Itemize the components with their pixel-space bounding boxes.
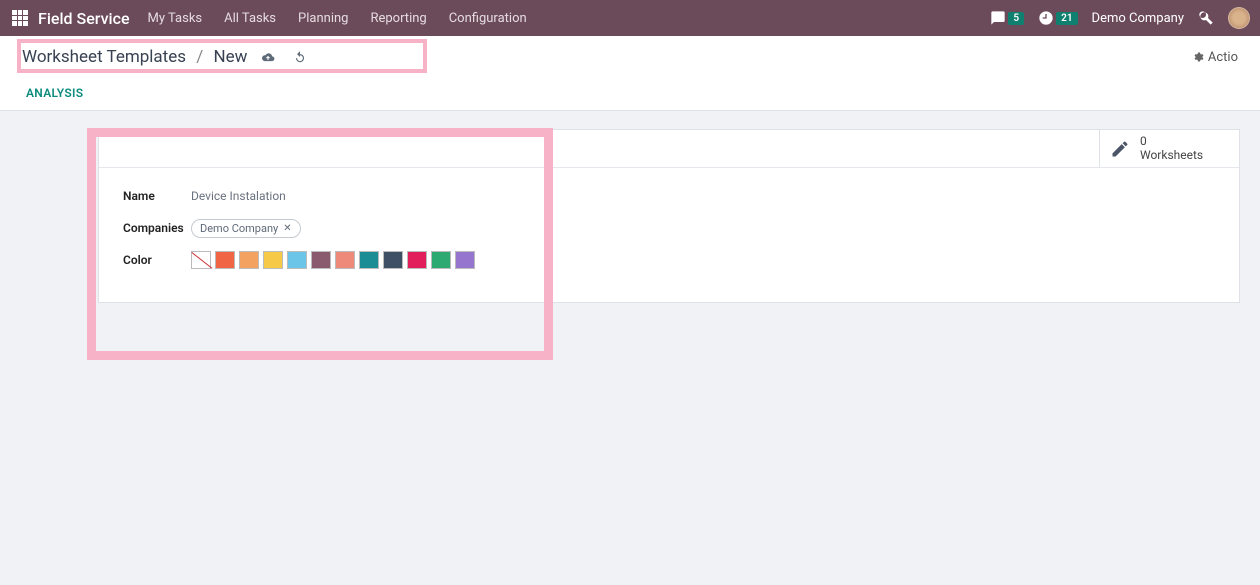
nav-reporting[interactable]: Reporting — [370, 11, 426, 26]
row-color: Color — [123, 248, 1215, 272]
discard-icon[interactable] — [293, 50, 307, 64]
activities-badge: 21 — [1056, 12, 1077, 25]
breadcrumb: Worksheet Templates / New — [22, 47, 247, 67]
label-name: Name — [123, 189, 191, 203]
name-input[interactable]: Device Instalation — [191, 189, 286, 203]
form-card: 0 Worksheets Name Device Instalation Com… — [98, 129, 1240, 303]
color-swatch-8[interactable] — [383, 251, 403, 269]
nav-configuration[interactable]: Configuration — [449, 11, 527, 26]
nav-my-tasks[interactable]: My Tasks — [148, 11, 203, 26]
nav-links: My Tasks All Tasks Planning Reporting Co… — [148, 11, 527, 26]
messages-badge: 5 — [1008, 12, 1024, 25]
label-color: Color — [123, 253, 191, 267]
activities-button[interactable]: 21 — [1038, 10, 1077, 26]
pencil-icon — [1110, 139, 1130, 159]
company-selector[interactable]: Demo Company — [1092, 11, 1184, 26]
color-swatch-1[interactable] — [215, 251, 235, 269]
color-swatch-9[interactable] — [407, 251, 427, 269]
wrench-icon[interactable] — [1198, 10, 1214, 26]
worksheets-button[interactable]: 0 Worksheets — [1099, 130, 1239, 167]
cloud-save-icon[interactable] — [261, 50, 275, 64]
color-swatch-5[interactable] — [311, 251, 331, 269]
messages-button[interactable]: 5 — [990, 10, 1024, 26]
nav-planning[interactable]: Planning — [298, 11, 348, 26]
app-name[interactable]: Field Service — [38, 9, 130, 28]
breadcrumb-sep: / — [196, 47, 203, 67]
color-swatches — [191, 251, 475, 269]
apps-icon[interactable] — [12, 10, 28, 26]
avatar[interactable] — [1228, 7, 1250, 29]
row-companies: Companies Demo Company ✕ — [123, 216, 1215, 240]
topbar: Field Service My Tasks All Tasks Plannin… — [0, 0, 1260, 36]
label-companies: Companies — [123, 221, 191, 235]
topbar-right: 5 21 Demo Company — [990, 7, 1250, 29]
worksheets-count: 0 — [1140, 134, 1203, 148]
company-tag[interactable]: Demo Company ✕ — [191, 219, 301, 238]
chat-icon — [990, 10, 1006, 26]
color-swatch-11[interactable] — [455, 251, 475, 269]
breadcrumb-row: Worksheet Templates / New Actio — [0, 36, 1260, 76]
action-menu[interactable]: Actio — [1192, 50, 1238, 65]
color-swatch-7[interactable] — [359, 251, 379, 269]
card-header: 0 Worksheets — [99, 130, 1239, 168]
clock-icon — [1038, 10, 1054, 26]
color-swatch-10[interactable] — [431, 251, 451, 269]
form-body: Name Device Instalation Companies Demo C… — [99, 168, 1239, 302]
companies-input[interactable]: Demo Company ✕ — [191, 219, 301, 238]
breadcrumb-current: New — [214, 47, 248, 67]
tabstrip: ANALYSIS — [0, 76, 1260, 111]
row-name: Name Device Instalation — [123, 184, 1215, 208]
company-tag-label: Demo Company — [200, 222, 278, 235]
color-swatch-0[interactable] — [191, 251, 211, 269]
gear-icon — [1192, 51, 1204, 63]
main: Worksheet Templates / New Actio ANALYSIS… — [0, 36, 1260, 303]
tab-analysis[interactable]: ANALYSIS — [22, 76, 87, 110]
nav-all-tasks[interactable]: All Tasks — [224, 11, 276, 26]
color-swatch-3[interactable] — [263, 251, 283, 269]
action-label: Actio — [1208, 50, 1238, 65]
color-swatch-2[interactable] — [239, 251, 259, 269]
card-wrap: 0 Worksheets Name Device Instalation Com… — [0, 129, 1260, 303]
remove-tag-icon[interactable]: ✕ — [283, 223, 291, 234]
color-swatch-6[interactable] — [335, 251, 355, 269]
breadcrumb-parent[interactable]: Worksheet Templates — [22, 47, 186, 67]
color-swatch-4[interactable] — [287, 251, 307, 269]
worksheets-label: Worksheets — [1140, 148, 1203, 162]
